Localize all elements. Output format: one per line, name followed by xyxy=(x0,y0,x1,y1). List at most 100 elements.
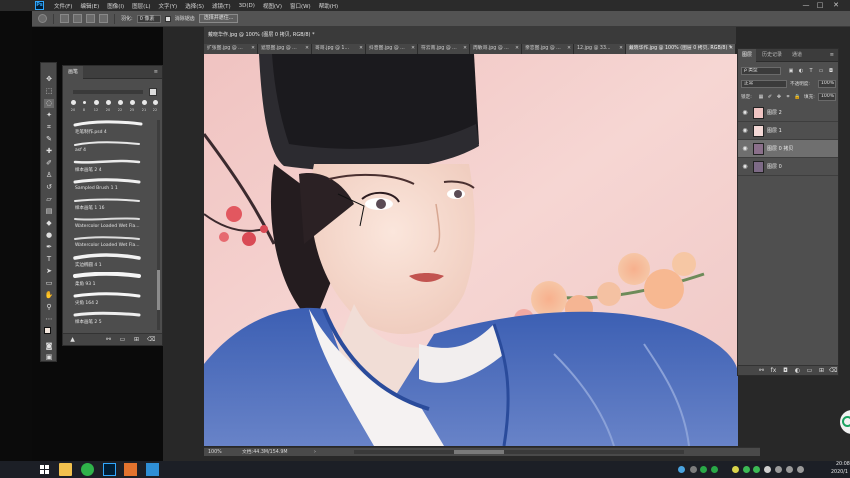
lock-transparent-icon[interactable]: ▦ xyxy=(758,94,764,100)
foreground-color-swatch[interactable] xyxy=(44,327,51,334)
app-taskbar-icon[interactable] xyxy=(146,463,159,476)
link-icon[interactable]: ⚯ xyxy=(105,336,112,343)
tray-icon[interactable] xyxy=(775,466,782,473)
network-icon[interactable] xyxy=(764,466,771,473)
quick-mask-icon[interactable]: ◙ xyxy=(44,342,54,351)
menu-3d[interactable]: 3D(D) xyxy=(235,3,259,9)
tab-close-icon[interactable]: ✕ xyxy=(729,44,733,54)
menu-select[interactable]: 选择(S) xyxy=(181,2,208,10)
menu-type[interactable]: 文字(Y) xyxy=(155,2,182,10)
tab-close-icon[interactable]: ✕ xyxy=(359,44,363,54)
trash-icon[interactable]: ⌫ xyxy=(147,336,155,343)
filter-type-icon[interactable]: T xyxy=(808,68,814,74)
brush-tip-dot[interactable] xyxy=(94,100,99,105)
new-brush-icon[interactable] xyxy=(149,88,157,96)
document-tab[interactable]: 哥哥.jpg @ 1... ✕ xyxy=(312,44,366,54)
opacity-input[interactable]: 100% xyxy=(818,80,836,88)
marquee-tool-icon[interactable]: ⬚ xyxy=(44,87,54,96)
history-brush-tool-icon[interactable]: ↺ xyxy=(44,183,54,192)
zoom-tool-icon[interactable]: ⚲ xyxy=(44,303,54,312)
eraser-tool-icon[interactable]: ▱ xyxy=(44,195,54,204)
visibility-eye-icon[interactable]: ◉ xyxy=(741,163,749,171)
tab-close-icon[interactable]: ✕ xyxy=(411,44,415,54)
lock-artboard-icon[interactable]: ⌗ xyxy=(785,94,791,100)
new-layer-icon[interactable]: ⊞ xyxy=(818,367,825,374)
brushes-tab[interactable]: 画笔 xyxy=(63,66,84,79)
menu-window[interactable]: 窗口(W) xyxy=(286,2,315,10)
brush-tip-dot[interactable] xyxy=(130,100,135,105)
panel-menu-icon[interactable]: ≡ xyxy=(830,52,834,58)
intersect-selection-icon[interactable] xyxy=(99,14,108,23)
menu-help[interactable]: 帮助(H) xyxy=(315,2,342,10)
file-explorer-icon[interactable] xyxy=(59,463,72,476)
brush-item[interactable]: 实边椭圆 4 1 xyxy=(67,253,153,269)
layer-style-icon[interactable]: fx xyxy=(770,367,777,374)
brush-item[interactable]: 柔角 93 1 xyxy=(67,272,153,288)
tray-icon[interactable] xyxy=(711,466,718,473)
scrollbar-thumb[interactable] xyxy=(454,450,504,454)
lock-image-icon[interactable]: ✐ xyxy=(767,94,773,100)
visibility-eye-icon[interactable]: ◉ xyxy=(741,127,749,135)
dodge-tool-icon[interactable]: ● xyxy=(44,231,54,240)
document-tab[interactable]: 遮怒图.jpg @ ... ✕ xyxy=(258,44,312,54)
maximize-button[interactable]: □ xyxy=(814,0,826,11)
group-folder-icon[interactable]: ▭ xyxy=(806,367,813,374)
tray-icon[interactable] xyxy=(743,466,750,473)
tab-close-icon[interactable]: ✕ xyxy=(567,44,571,54)
document-tab[interactable]: 亲恋图.jpg @ ... ✕ xyxy=(522,44,574,54)
photoshop-logo[interactable]: Ps xyxy=(35,1,44,10)
link-layers-icon[interactable]: ⚯ xyxy=(758,367,765,374)
filter-smart-icon[interactable]: ◘ xyxy=(828,68,834,74)
clock-date[interactable]: 2020/1 xyxy=(831,470,848,475)
filter-adjust-icon[interactable]: ◐ xyxy=(798,68,804,74)
menu-edit[interactable]: 编辑(E) xyxy=(76,2,103,10)
move-tool-icon[interactable]: ✥ xyxy=(44,75,54,84)
clone-stamp-tool-icon[interactable]: ♙ xyxy=(44,171,54,180)
type-tool-icon[interactable]: T xyxy=(44,255,54,264)
filter-shape-icon[interactable]: ▭ xyxy=(818,68,824,74)
brush-item[interactable]: asf 4 xyxy=(67,139,153,155)
horizontal-scrollbar[interactable] xyxy=(354,450,684,454)
brush-tip-dot[interactable] xyxy=(142,100,147,105)
healing-brush-tool-icon[interactable]: ✚ xyxy=(44,147,54,156)
folder-icon[interactable]: ▭ xyxy=(119,336,126,343)
pen-tool-icon[interactable]: ✒ xyxy=(44,243,54,252)
antialias-checkbox[interactable] xyxy=(164,15,171,22)
tab-close-icon[interactable]: ✕ xyxy=(305,44,309,54)
document-tab[interactable]: 符云南.jpg @ ... ✕ xyxy=(418,44,470,54)
tab-channels[interactable]: 通道 xyxy=(788,49,806,62)
trash-icon[interactable]: ⌫ xyxy=(829,367,837,374)
screen-mode-icon[interactable]: ▣ xyxy=(44,353,54,362)
brush-tip-dot[interactable] xyxy=(106,100,111,105)
document-tab[interactable]: 周敏哥.jpg @ ... ✕ xyxy=(470,44,522,54)
brush-item[interactable]: 尖角 164 2 xyxy=(67,291,153,307)
tab-close-icon[interactable]: ✕ xyxy=(463,44,467,54)
subtract-selection-icon[interactable] xyxy=(86,14,95,23)
brush-size-icon[interactable]: ▲ xyxy=(69,336,76,343)
more-tools-icon[interactable]: ⋯ xyxy=(44,315,54,324)
brush-item[interactable]: 样本画笔 1 16 xyxy=(67,196,153,212)
tab-close-icon[interactable]: ✕ xyxy=(251,44,255,54)
scrollbar-thumb[interactable] xyxy=(157,270,160,310)
brush-size-slider[interactable] xyxy=(73,90,143,94)
browser-icon[interactable] xyxy=(81,463,94,476)
brush-list-scrollbar[interactable] xyxy=(157,120,160,330)
layer-filter-select[interactable]: ρ 类型 xyxy=(741,67,781,75)
tray-icon[interactable] xyxy=(690,466,697,473)
close-button[interactable]: ✕ xyxy=(830,0,842,11)
layer-row[interactable]: ◉ 图层 2 xyxy=(738,104,838,122)
wechat-tray-icon[interactable] xyxy=(700,466,707,473)
brush-tip-dot[interactable] xyxy=(83,101,86,104)
tab-close-icon[interactable]: ✕ xyxy=(515,44,519,54)
layer-row[interactable]: ◉ 图层 0 xyxy=(738,158,838,176)
status-arrow[interactable]: › xyxy=(314,448,316,457)
shape-tool-icon[interactable]: ▭ xyxy=(44,279,54,288)
brush-tip-dot[interactable] xyxy=(153,100,158,105)
windows-start-icon[interactable] xyxy=(38,463,51,476)
menu-layer[interactable]: 图层(L) xyxy=(128,2,154,10)
feather-input[interactable]: 0 像素 xyxy=(136,14,161,23)
magic-wand-tool-icon[interactable]: ✦ xyxy=(44,111,54,120)
brush-item[interactable]: Sampled Brush 1 1 xyxy=(67,177,153,193)
brush-tip-dot[interactable] xyxy=(71,100,76,105)
brush-item[interactable]: Watercolor Loaded Wet Fla... xyxy=(67,234,153,250)
